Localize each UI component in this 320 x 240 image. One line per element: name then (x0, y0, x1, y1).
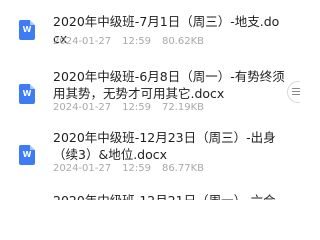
file-date: 2024-01-27 (53, 36, 112, 47)
file-date: 2024-01-27 (53, 163, 112, 174)
file-item-4[interactable]: W 2020年中级班-12月21日（周一）-六合论 (0, 186, 300, 200)
file-item-3[interactable]: W 2020年中级班-12月23日（周三）-出身（续3）&地位.docx 202… (0, 123, 300, 177)
file-name: 2020年中级班-6月8日（周一）-有势终须用其势，无势才可用其它.docx (53, 69, 285, 101)
file-meta: 2024-01-27 12:59 80.62KB (53, 36, 215, 48)
file-size: 72.19KB (161, 102, 204, 113)
file-size: 80.62KB (161, 36, 204, 47)
file-item-2[interactable]: W 2020年中级班-6月8日（周一）-有势终须用其势，无势才可用其它.docx… (0, 62, 300, 116)
file-size: 86.77KB (161, 163, 204, 174)
file-meta: 2024-01-27 12:59 72.19KB (53, 102, 215, 114)
word-doc-icon: W (19, 20, 35, 40)
file-name: 2020年中级班-12月21日（周一）-六合论 (53, 192, 285, 200)
file-time: 12:59 (122, 102, 151, 113)
file-browser-screen: W 2020年中级班-7月1日（周三）-地支.docx 2024-01-27 12… (0, 0, 300, 200)
word-doc-icon: W (19, 84, 35, 104)
file-meta: 2024-01-27 12:59 86.77KB (53, 163, 215, 175)
file-time: 12:59 (122, 163, 151, 174)
file-date: 2024-01-27 (53, 102, 112, 113)
file-name: 2020年中级班-12月23日（周三）-出身（续3）&地位.docx (53, 130, 276, 162)
file-time: 12:59 (122, 36, 151, 47)
word-doc-icon: W (19, 145, 35, 165)
file-item-1[interactable]: W 2020年中级班-7月1日（周三）-地支.docx 2024-01-27 12… (0, 0, 300, 52)
menu-icon (292, 88, 300, 96)
